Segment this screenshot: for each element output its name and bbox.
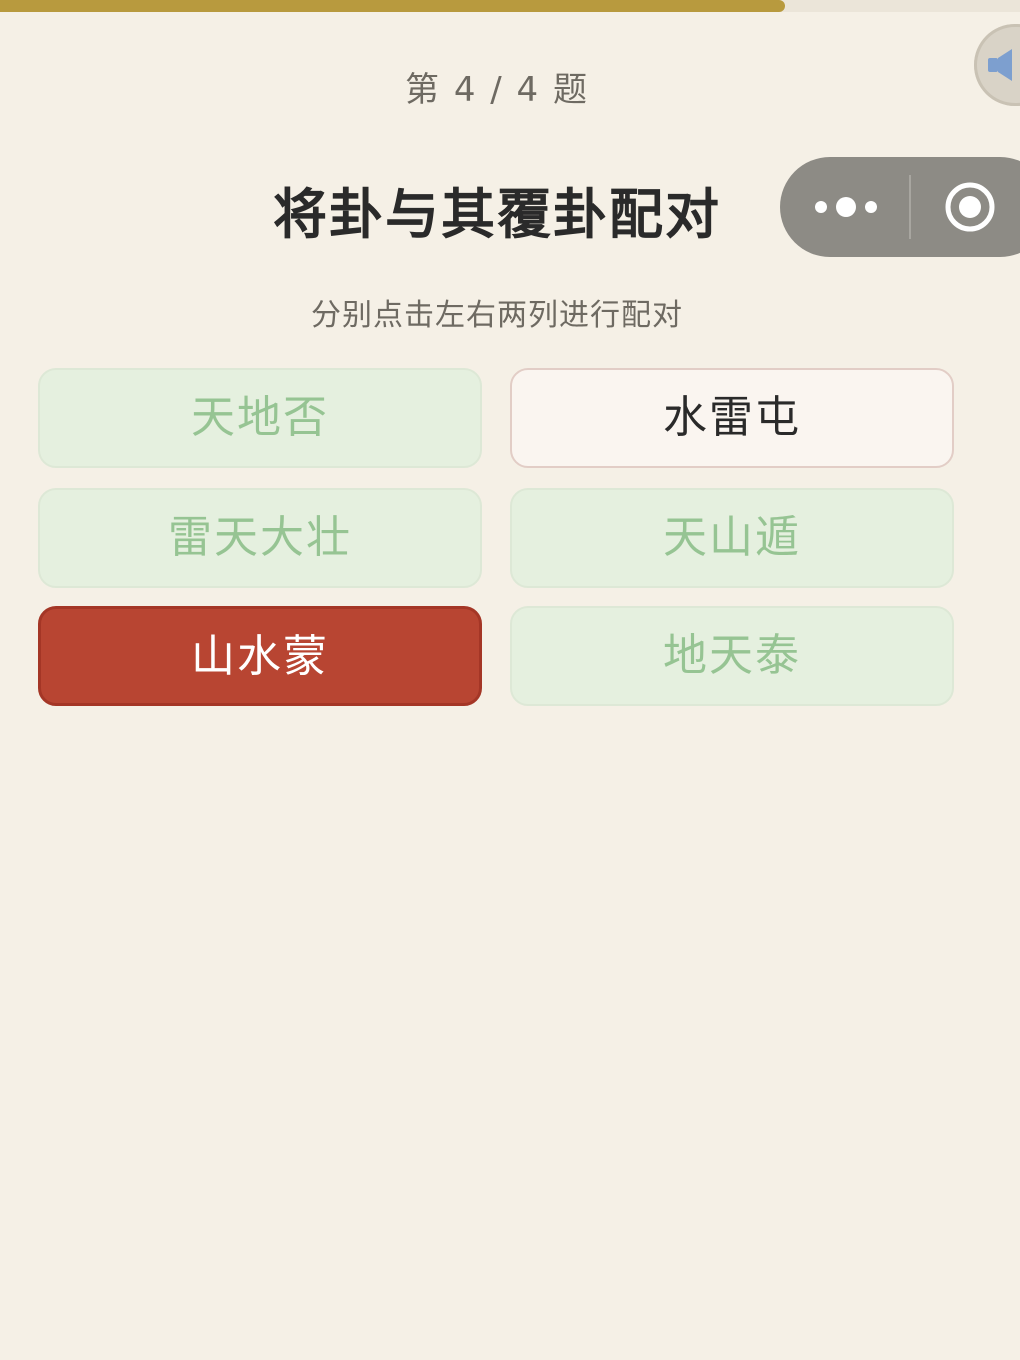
left-option-3[interactable]: 山水蒙: [38, 606, 482, 706]
target-circle-icon: [945, 182, 995, 232]
speaker-icon: [988, 49, 1012, 81]
right-option-3[interactable]: 地天泰: [510, 606, 954, 706]
right-option-1[interactable]: 水雷屯: [510, 368, 954, 468]
right-option-2[interactable]: 天山遁: [510, 488, 954, 588]
progress-fill: [0, 0, 786, 12]
left-option-1[interactable]: 天地否: [38, 368, 482, 468]
question-counter: 第 4 / 4 题: [405, 70, 589, 110]
capsule-divider: [909, 175, 911, 239]
more-button[interactable]: [804, 177, 914, 237]
mini-program-capsule: [780, 157, 1020, 257]
close-button[interactable]: [942, 179, 998, 235]
progress-track: [0, 0, 1020, 12]
left-option-2[interactable]: 雷天大壮: [38, 488, 482, 588]
more-dots-icon: [815, 197, 877, 217]
instruction-text: 分别点击左右两列进行配对: [311, 298, 683, 333]
